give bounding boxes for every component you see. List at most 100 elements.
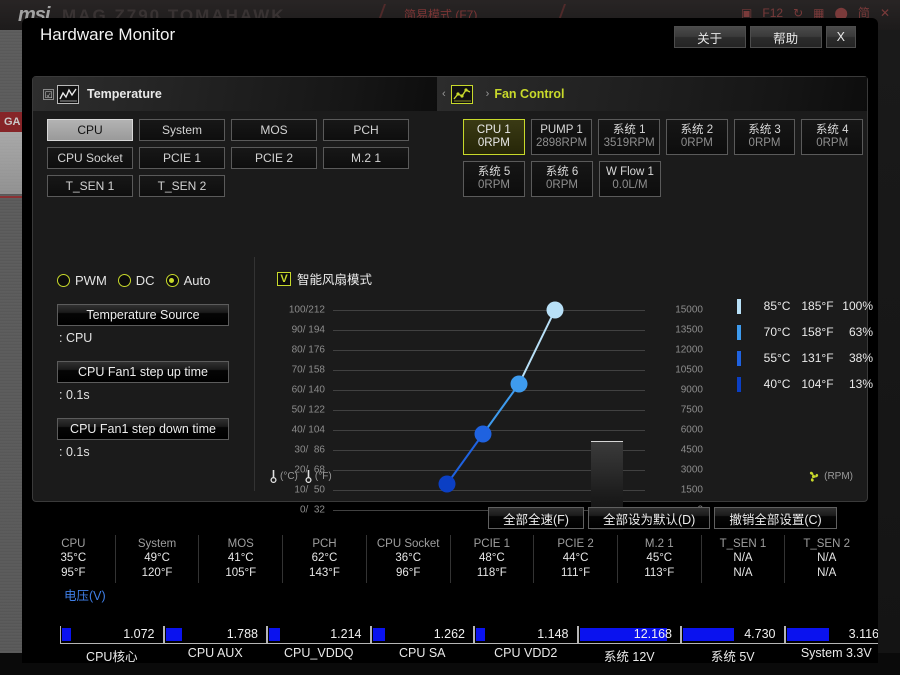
fan-rpm: 0RPM <box>478 179 510 191</box>
readout-cell: CPU 35°C 95°F <box>32 535 116 583</box>
legend-celsius: 70°C <box>763 325 791 339</box>
fan-rpm: 0RPM <box>816 137 849 149</box>
fan-control-section-header: ‹ › Fan Control <box>437 77 867 111</box>
temp-source-m2-1[interactable]: M.2 1 <box>323 147 409 169</box>
curve-point-3[interactable] <box>510 375 528 393</box>
fan-name: PUMP 1 <box>540 124 583 136</box>
radio-dc[interactable] <box>117 274 131 287</box>
curve-point-2[interactable] <box>474 425 492 443</box>
fan-button-wflow1[interactable]: W Flow 1 0.0L/M <box>599 161 661 197</box>
fan-icon <box>807 470 820 483</box>
readout-celsius: N/A <box>733 552 753 564</box>
voltage-cell: 3.116 System 3.3V <box>784 626 878 663</box>
voltage-bar: 1.262 <box>370 626 474 644</box>
smart-fan-label: 智能风扇模式 <box>297 273 373 287</box>
voltage-bar: 1.072 <box>60 626 164 644</box>
fan-button-pump1[interactable]: PUMP 1 2898RPM <box>530 119 593 155</box>
chart-footer: (°C) (°F) (RPM) <box>269 469 853 484</box>
legend-celsius: 55°C <box>763 351 791 365</box>
readout-celsius: 35°C <box>60 552 87 564</box>
fan-name: W Flow 1 <box>606 166 654 178</box>
step-down-time-field[interactable]: CPU Fan1 step down time <box>57 418 229 440</box>
legend-fahrenheit: 158°F <box>801 325 834 339</box>
close-button[interactable]: X <box>825 26 856 48</box>
y-axis-left-ticks: 100/212 90/ 194 80/ 176 70/ 158 60/ 140 50/ 1… <box>269 296 325 524</box>
readout-celsius: 45°C <box>646 552 673 564</box>
temp-source-tsen1[interactable]: T_SEN 1 <box>47 175 133 197</box>
smart-fan-mode-row: V 智能风扇模式 <box>277 269 861 288</box>
temp-source-cpu-socket[interactable]: CPU Socket <box>47 147 133 169</box>
voltage-label: CPU VDD2 <box>494 646 558 660</box>
voltage-cell: 4.730 系统 5V <box>681 626 785 663</box>
fahrenheit-label: (°F) <box>314 470 332 482</box>
temp-source-mos[interactable]: MOS <box>231 119 317 141</box>
fan-name: CPU 1 <box>476 124 511 136</box>
y-tick-left: 40/ 104 <box>291 424 325 436</box>
readout-cell: T_SEN 2 N/A N/A <box>785 535 868 583</box>
all-full-speed-button[interactable]: 全部全速(F) <box>488 507 584 529</box>
y-tick-left: 60/ 140 <box>291 384 325 396</box>
page-title: Hardware Monitor <box>40 25 176 44</box>
prev-arrow-icon[interactable]: ‹ <box>437 88 451 100</box>
fan-rpm: 0RPM <box>680 137 713 149</box>
help-button[interactable]: 帮助 <box>749 26 822 48</box>
voltage-bar: 3.116 <box>784 626 878 644</box>
fan-button-sys4[interactable]: 系统 4 0RPM <box>801 119 864 155</box>
legend-fahrenheit: 131°F <box>801 351 834 365</box>
about-button[interactable]: 关于 <box>673 26 746 48</box>
temperature-section-header: ☑ Temperature <box>33 77 437 111</box>
legend-percent: 63% <box>848 325 873 339</box>
temp-source-pcie2[interactable]: PCIE 2 <box>231 147 317 169</box>
temperature-readout-strip: CPU 35°C 95°F System 49°C 120°F MOS 41°C 105°F PC… <box>32 535 868 583</box>
readout-name: CPU <box>61 538 86 550</box>
readout-fahrenheit: 96°F <box>395 567 421 579</box>
thermometer-icon <box>304 469 313 484</box>
fan-button-sys3[interactable]: 系统 3 0RPM <box>733 119 796 155</box>
legend-percent: 13% <box>848 377 873 391</box>
next-arrow-icon[interactable]: › <box>481 88 495 100</box>
radio-auto[interactable] <box>165 274 179 287</box>
fan-name: 系统 2 <box>680 124 714 136</box>
undo-all-button[interactable]: 撤销全部设置(C) <box>714 507 837 529</box>
step-up-time-field[interactable]: CPU Fan1 step up time <box>57 361 229 383</box>
readout-fahrenheit: 111°F <box>561 567 591 579</box>
temperature-source-field[interactable]: Temperature Source <box>57 304 229 326</box>
fan-button-sys5[interactable]: 系统 5 0RPM <box>463 161 525 197</box>
curve-point-4[interactable] <box>546 301 564 319</box>
smart-fan-checkbox[interactable]: V <box>277 271 291 286</box>
y-tick-right: 12000 <box>675 344 703 356</box>
radio-pwm[interactable] <box>57 274 70 287</box>
y-tick-right: 1500 <box>680 484 703 496</box>
readout-name: T_SEN 2 <box>803 538 851 550</box>
temp-source-pcie1[interactable]: PCIE 1 <box>139 147 225 169</box>
all-default-button[interactable]: 全部设为默认(D) <box>587 507 711 529</box>
readout-celsius: 62°C <box>311 552 338 564</box>
legend-swatch <box>737 376 741 392</box>
temperature-checkbox[interactable]: ☑ <box>43 88 54 100</box>
step-up-time-value: : 0.1s <box>59 388 90 402</box>
thermometer-icon <box>269 469 278 484</box>
radio-pwm-label: PWM <box>75 273 107 288</box>
temp-source-cpu[interactable]: CPU <box>47 119 133 141</box>
legend-row: 55°C 131°F 38% <box>733 345 873 371</box>
y-axis-right-ticks: 15000 13500 12000 10500 9000 7500 6000 4500 3000… <box>651 296 703 524</box>
legend-percent: 38% <box>848 351 873 365</box>
legend-celsius: 40°C <box>763 377 791 391</box>
fan-button-cpu1[interactable]: CPU 1 0RPM <box>463 119 525 155</box>
voltage-bar-fill <box>786 628 830 641</box>
y-tick-left: 90/ 194 <box>291 324 325 336</box>
exit-icon[interactable]: ✕ <box>880 6 890 20</box>
curve-plot[interactable] <box>333 296 645 530</box>
voltage-bar-fill <box>269 628 281 641</box>
voltage-bar: 12.168 <box>577 626 681 644</box>
temp-source-system[interactable]: System <box>139 119 225 141</box>
fan-button-sys1[interactable]: 系统 1 3519RPM <box>598 119 661 155</box>
temp-source-pch[interactable]: PCH <box>323 119 409 141</box>
fan-button-sys2[interactable]: 系统 2 0RPM <box>666 119 728 155</box>
fan-button-sys6[interactable]: 系统 6 0RPM <box>531 161 593 197</box>
readout-fahrenheit: N/A <box>733 567 753 579</box>
voltage-cell: 1.072 CPU核心 <box>60 626 164 663</box>
readout-cell: MOS 41°C 105°F <box>199 535 284 583</box>
rpm-label: (RPM) <box>824 470 853 482</box>
temp-source-tsen2[interactable]: T_SEN 2 <box>139 175 225 197</box>
